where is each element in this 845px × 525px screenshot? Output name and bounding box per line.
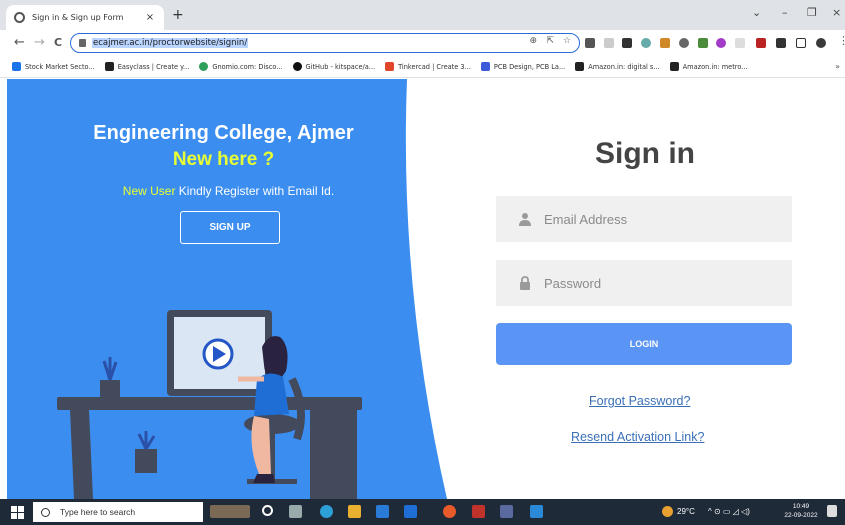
file-explorer-icon[interactable] <box>348 505 361 518</box>
taskbar-clock[interactable]: 10:49 22-09-2022 <box>783 502 819 520</box>
address-bar[interactable]: ecajmer.ac.in/proctorwebsite/signin/ ⊕ ⇱… <box>70 33 580 53</box>
zoom-icon[interactable]: ⊕ <box>529 36 537 46</box>
notification-icon[interactable] <box>827 505 837 517</box>
globe-icon <box>14 12 25 23</box>
github-icon <box>292 62 302 71</box>
windows-taskbar: Type here to search 29°C ^ ⊙ ▭ ◿ ◁) 10:4… <box>0 499 845 525</box>
register-prompt: New User Kindly Register with Email Id. <box>0 184 457 198</box>
extension-icon[interactable] <box>698 38 708 48</box>
weather-temperature: 29°C <box>677 507 695 516</box>
bookmark-favicon-icon <box>199 62 209 71</box>
new-user-highlight: New User <box>122 184 176 198</box>
bookmark-favicon-icon <box>12 62 21 71</box>
extensions-puzzle-icon[interactable] <box>776 38 786 48</box>
search-icon <box>41 507 50 517</box>
password-input[interactable] <box>544 275 774 291</box>
bookmark-item[interactable]: GitHub - kitspace/a... <box>292 62 375 71</box>
page-title: Sign in <box>595 137 695 170</box>
bookmark-item[interactable]: Easyclass | Create y... <box>104 62 189 71</box>
bookmark-item[interactable]: PCB Design, PCB La... <box>480 62 565 71</box>
extension-icon[interactable] <box>660 38 670 48</box>
tab-title: Sign in & Sign up Form <box>32 13 124 22</box>
close-window-button[interactable]: × <box>832 6 841 19</box>
vscode-icon[interactable] <box>530 505 543 518</box>
browser-tab-strip: Sign in & Sign up Form × + ⌄ – ❐ × <box>0 0 845 30</box>
extension-icon[interactable] <box>756 38 766 48</box>
bookmark-favicon-icon <box>104 62 114 71</box>
more-bookmarks-chevron-icon[interactable]: » <box>835 62 840 71</box>
bookmark-item[interactable]: Stock Market Secto... <box>12 62 95 71</box>
clock-date: 22-09-2022 <box>784 512 818 519</box>
lock-icon <box>79 39 86 47</box>
search-highlight-icon[interactable] <box>210 505 250 518</box>
forgot-password-link[interactable]: Forgot Password? <box>589 394 690 408</box>
system-tray-icons[interactable]: ^ ⊙ ▭ ◿ ◁) <box>708 507 750 516</box>
mail-icon[interactable] <box>404 505 417 518</box>
extension-icon[interactable] <box>641 38 651 48</box>
password-field[interactable] <box>496 260 792 306</box>
kebab-menu-icon[interactable]: ⋮ <box>838 34 845 47</box>
bookmark-favicon-icon <box>480 62 490 71</box>
chrome-icon[interactable] <box>443 505 456 518</box>
restore-button[interactable]: ❐ <box>807 6 817 19</box>
screen: Sign in & Sign up Form × + ⌄ – ❐ × ← → C… <box>0 0 845 525</box>
back-button[interactable]: ← <box>14 35 25 50</box>
forward-button[interactable]: → <box>34 35 45 50</box>
bookmark-favicon-icon <box>385 62 395 71</box>
amazon-icon <box>669 62 679 71</box>
cortana-icon[interactable] <box>262 505 273 516</box>
filezilla-icon[interactable] <box>472 505 485 518</box>
bookmark-item[interactable]: Amazon.in: metro... <box>669 62 748 71</box>
bookmarks-bar: Stock Market Secto... Easyclass | Create… <box>0 56 845 78</box>
extension-icon[interactable] <box>679 38 689 48</box>
share-icon[interactable]: ⇱ <box>546 36 554 46</box>
amazon-icon <box>575 62 585 71</box>
reload-button[interactable]: C <box>54 36 62 49</box>
app-icon[interactable] <box>500 505 513 518</box>
login-button[interactable]: LOGIN <box>496 323 792 365</box>
weather-icon[interactable] <box>662 506 673 517</box>
tab-search-chevron-icon[interactable]: ⌄ <box>752 6 761 19</box>
email-field[interactable] <box>496 196 792 242</box>
extension-icon[interactable] <box>622 38 632 48</box>
extension-icon[interactable] <box>735 38 745 48</box>
browser-tab[interactable]: Sign in & Sign up Form × <box>6 5 164 30</box>
email-input[interactable] <box>544 211 774 227</box>
new-tab-button[interactable]: + <box>172 7 184 23</box>
bookmark-item[interactable]: Amazon.in: digital s... <box>575 62 660 71</box>
bookmark-star-icon[interactable]: ☆ <box>563 36 571 46</box>
windows-start-icon[interactable] <box>11 506 24 519</box>
extension-icon[interactable] <box>585 38 595 48</box>
tab-close-icon[interactable]: × <box>144 12 156 23</box>
store-icon[interactable] <box>376 505 389 518</box>
new-here-heading: New here ? <box>172 149 275 170</box>
bookmark-item[interactable]: Tinkercad | Create 3... <box>385 62 471 71</box>
extension-icon[interactable] <box>604 38 614 48</box>
lock-icon <box>520 276 530 290</box>
resend-activation-link[interactable]: Resend Activation Link? <box>571 430 704 444</box>
page-content: Engineering College, Ajmer New here ? Ne… <box>0 79 845 499</box>
browser-toolbar: ← → C ecajmer.ac.in/proctorwebsite/signi… <box>0 30 845 56</box>
minimize-button[interactable]: – <box>782 6 788 19</box>
college-title: Engineering College, Ajmer <box>93 122 354 144</box>
user-icon <box>519 213 531 226</box>
edge-icon[interactable] <box>320 505 333 518</box>
clock-time: 10:49 <box>792 503 810 510</box>
sidepanel-icon[interactable] <box>796 38 806 48</box>
task-view-icon[interactable] <box>289 505 302 518</box>
extension-icon[interactable] <box>716 38 726 48</box>
bookmark-item[interactable]: Gnomio.com: Disco... <box>199 62 283 71</box>
register-prompt-text: Kindly Register with Email Id. <box>175 184 335 198</box>
taskbar-search-placeholder: Type here to search <box>60 507 136 517</box>
url-text: ecajmer.ac.in/proctorwebsite/signin/ <box>92 38 249 48</box>
profile-avatar[interactable] <box>816 38 826 48</box>
signup-button[interactable]: SIGN UP <box>180 211 280 244</box>
taskbar-search-box[interactable]: Type here to search <box>33 502 203 522</box>
